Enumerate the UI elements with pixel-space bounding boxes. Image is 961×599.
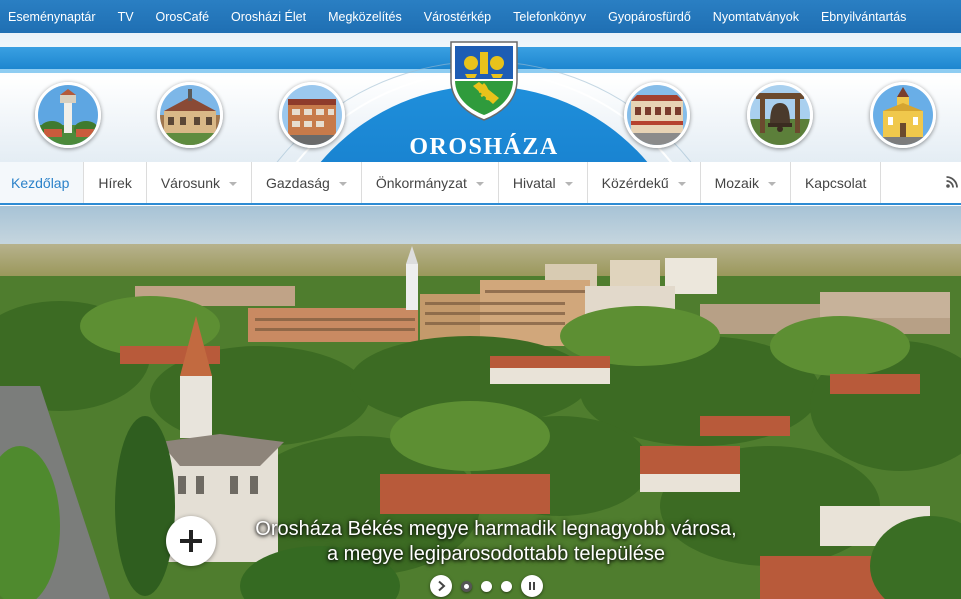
top-link-gyoparosfurdo[interactable]: Gyopárosfürdő <box>608 10 691 24</box>
main-nav: Kezdőlap Hírek Városunk Gazdaság Önkormá… <box>0 162 961 205</box>
top-link-city-map[interactable]: Várostérkép <box>424 10 491 24</box>
nav-item-contact[interactable]: Kapcsolat <box>791 162 882 203</box>
water-tower-photo[interactable] <box>35 82 101 148</box>
nav-item-economy[interactable]: Gazdaság <box>252 162 362 203</box>
slider-pause-button[interactable] <box>521 575 543 597</box>
chevron-down-icon <box>338 181 347 186</box>
building-photo[interactable] <box>279 82 345 148</box>
town-hall-photo[interactable] <box>157 82 223 148</box>
site-logo-text[interactable]: OROSHÁZA <box>384 134 584 161</box>
nav-item-mosaic[interactable]: Mozaik <box>701 162 791 203</box>
nav-item-label: Kapcsolat <box>804 174 867 191</box>
top-link-oroscafe[interactable]: OrosCafé <box>156 10 210 24</box>
top-link-tv[interactable]: TV <box>118 10 134 24</box>
hero-caption-line-1: Orosháza Békés megye harmadik legnagyobb… <box>255 518 737 540</box>
chevron-down-icon <box>475 181 484 186</box>
nav-item-label: Kezdőlap <box>11 174 70 191</box>
site-header: OROSHÁZA <box>0 33 961 162</box>
slider-dot-1[interactable] <box>461 580 472 592</box>
coat-of-arms-icon[interactable] <box>447 36 521 122</box>
hero-caption: Orosháza Békés megye harmadik legnagyobb… <box>226 517 766 567</box>
nav-item-label: Közérdekű <box>601 174 669 191</box>
nav-item-label: Mozaik <box>714 174 759 191</box>
chevron-down-icon <box>677 181 686 186</box>
nav-item-label: Városunk <box>160 174 220 191</box>
top-utility-bar: Eseménynaptár TV OrosCafé Orosházi Élet … <box>0 0 961 33</box>
nav-item-news[interactable]: Hírek <box>84 162 147 203</box>
pause-icon <box>529 582 535 590</box>
bell-photo[interactable] <box>747 82 813 148</box>
top-link-oroshazi-elet[interactable]: Orosházi Élet <box>231 10 306 24</box>
top-link-dog-registry[interactable]: Ebnyilvántartás <box>821 10 906 24</box>
slider-next-button[interactable] <box>430 575 452 597</box>
chevron-down-icon <box>229 181 237 186</box>
nav-item-label: Hivatal <box>512 174 556 191</box>
street-photo[interactable] <box>624 82 690 148</box>
slider-dot-3[interactable] <box>501 580 512 592</box>
hero-slider[interactable]: Orosháza Békés megye harmadik legnagyobb… <box>0 206 961 599</box>
more-info-button[interactable] <box>166 516 216 566</box>
church-photo[interactable] <box>870 82 936 148</box>
hero-caption-line-2: a megye legiparosodottabb települése <box>326 543 666 565</box>
nav-item-office[interactable]: Hivatal <box>499 162 588 203</box>
chevron-down-icon <box>767 181 776 186</box>
nav-item-label: Gazdaság <box>266 174 330 191</box>
chevron-down-icon <box>564 181 573 186</box>
nav-item-label: Önkormányzat <box>375 174 467 191</box>
nav-item-home[interactable]: Kezdőlap <box>0 162 85 203</box>
chevron-right-icon <box>438 580 446 592</box>
slider-dot-2[interactable] <box>481 580 492 592</box>
top-link-forms[interactable]: Nyomtatványok <box>713 10 799 24</box>
slider-controls <box>430 574 543 598</box>
nav-item-municipality[interactable]: Önkormányzat <box>362 162 499 203</box>
plus-icon <box>180 530 202 552</box>
top-link-event-calendar[interactable]: Eseménynaptár <box>8 10 96 24</box>
nav-item-public-interest[interactable]: Közérdekű <box>588 162 701 203</box>
page: Eseménynaptár TV OrosCafé Orosházi Élet … <box>0 0 961 599</box>
nav-item-our-city[interactable]: Városunk <box>147 162 252 203</box>
nav-item-label: Hírek <box>98 174 132 191</box>
top-link-phonebook[interactable]: Telefonkönyv <box>513 10 586 24</box>
rss-icon[interactable] <box>946 176 958 188</box>
top-link-directions[interactable]: Megközelítés <box>328 10 402 24</box>
